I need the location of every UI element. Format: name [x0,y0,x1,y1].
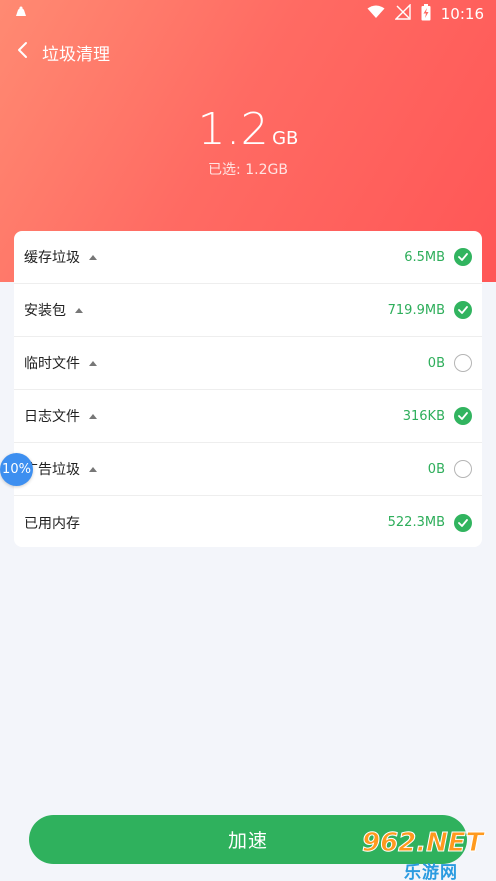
total-size-unit: GB [272,128,299,149]
no-signal-icon [394,3,411,24]
list-item-temp-files[interactable]: 临时文件 0B [14,337,482,390]
item-label: 已用内存 [24,515,80,532]
watermark-bottom-text: 乐游网 [404,863,458,881]
checkbox-checked-icon[interactable] [454,513,472,532]
expand-arrow-icon[interactable] [89,466,97,472]
item-size: 0B [427,461,445,477]
expand-arrow-icon[interactable] [89,360,97,366]
expand-arrow-icon[interactable] [89,254,97,260]
list-item-ad-junk[interactable]: 广告垃圾 0B [14,443,482,496]
item-size: 6.5MB [404,249,445,265]
expand-arrow-icon[interactable] [75,307,83,313]
list-item-cache[interactable]: 缓存垃圾 6.5MB [14,231,482,284]
expand-arrow-icon[interactable] [89,413,97,419]
status-time: 10:16 [440,5,484,23]
list-item-log-files[interactable]: 日志文件 316KB [14,390,482,443]
page-title: 垃圾清理 [42,44,110,65]
checkbox-checked-icon[interactable] [454,407,472,425]
list-item-used-memory[interactable]: 已用内存 522.3MB [14,496,482,547]
notification-icon [14,5,28,23]
status-bar: 10:16 [0,0,496,28]
total-size-value: 1.2 [197,104,270,155]
junk-category-list: 缓存垃圾 6.5MB 安装包 719.9MB 临时文件 0B 日志文件 316K… [14,231,482,547]
item-size: 0B [427,355,445,371]
item-label: 临时文件 [24,356,80,372]
item-size: 719.9MB [387,302,445,318]
checkbox-checked-icon[interactable] [454,301,472,319]
chevron-left-icon [16,41,28,63]
checkbox-unchecked-icon[interactable] [454,354,472,372]
navigation-bar: 垃圾清理 [0,30,496,74]
item-label: 缓存垃圾 [24,250,80,266]
item-size: 522.3MB [387,515,445,530]
battery-icon [421,3,431,25]
wifi-icon [367,5,385,23]
item-label: 日志文件 [24,409,80,425]
watermark-top-text: 962.NET [361,828,484,859]
watermark-logo: 962.NET 乐游网 [356,828,492,881]
list-item-install-package[interactable]: 安装包 719.9MB [14,284,482,337]
selected-size-text: 已选: 1.2GB [208,162,288,178]
checkbox-checked-icon[interactable] [454,248,472,266]
back-button[interactable] [2,30,42,74]
floating-memory-badge[interactable]: 10% [0,453,33,486]
checkbox-unchecked-icon[interactable] [454,460,472,478]
total-size-summary: 1.2 GB 已选: 1.2GB [0,104,496,179]
item-size: 316KB [402,408,445,424]
item-label: 安装包 [24,303,66,319]
